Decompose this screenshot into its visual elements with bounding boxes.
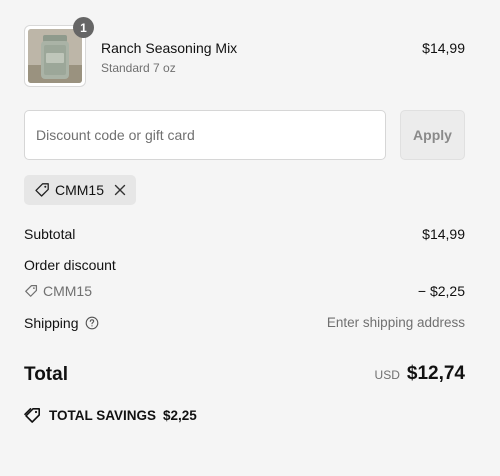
total-row: Total USD $12,74 <box>24 360 465 390</box>
order-discount-label: Order discount <box>24 257 116 273</box>
product-price: $14,99 <box>422 40 465 56</box>
quantity-badge: 1 <box>73 17 94 38</box>
discount-code-label: CMM15 <box>43 283 93 299</box>
subtotal-value: $14,99 <box>422 226 465 242</box>
total-label: Total <box>24 364 68 385</box>
subtotal-label: Subtotal <box>24 226 76 242</box>
applied-discount-code: CMM15 <box>55 182 105 198</box>
applied-discount-chip: CMM15 <box>24 175 137 205</box>
tag-icon <box>24 407 41 424</box>
shipping-label-group: Shipping <box>24 315 99 331</box>
currency-code: USD <box>374 368 400 382</box>
jar-illustration <box>28 29 82 83</box>
tag-icon <box>24 284 38 298</box>
order-discount-row: Order discount <box>24 257 465 277</box>
product-name: Ranch Seasoning Mix <box>101 40 238 56</box>
discount-code-row: CMM15 − $2,25 <box>24 283 465 303</box>
discount-amount: − $2,25 <box>417 283 465 299</box>
discount-code-group: CMM15 <box>24 283 92 299</box>
close-icon[interactable] <box>113 183 127 197</box>
shipping-value: Enter shipping address <box>326 315 465 330</box>
product-thumbnail: 1 <box>24 17 94 87</box>
product-variant: Standard 7 oz <box>101 61 176 75</box>
total-savings: TOTAL SAVINGS $2,25 <box>24 407 465 424</box>
savings-label: TOTAL SAVINGS <box>49 408 157 423</box>
order-summary: 1 Ranch Seasoning Mix Standard 7 oz $14,… <box>24 17 465 424</box>
total-amount-group: USD $12,74 <box>375 363 465 385</box>
product-line-item: 1 Ranch Seasoning Mix Standard 7 oz $14,… <box>24 17 465 89</box>
total-amount: $12,74 <box>406 363 465 384</box>
apply-discount-button[interactable]: Apply <box>400 110 465 160</box>
subtotal-row: Subtotal $14,99 <box>24 226 465 246</box>
discount-code-input[interactable] <box>24 110 386 160</box>
product-image <box>28 29 82 83</box>
question-circle-icon[interactable] <box>85 316 99 330</box>
savings-value: $2,25 <box>163 408 197 423</box>
discount-form: Apply <box>24 110 465 160</box>
shipping-row: Shipping Enter shipping address <box>24 315 465 335</box>
shipping-label: Shipping <box>24 315 79 331</box>
tag-icon <box>34 182 50 198</box>
